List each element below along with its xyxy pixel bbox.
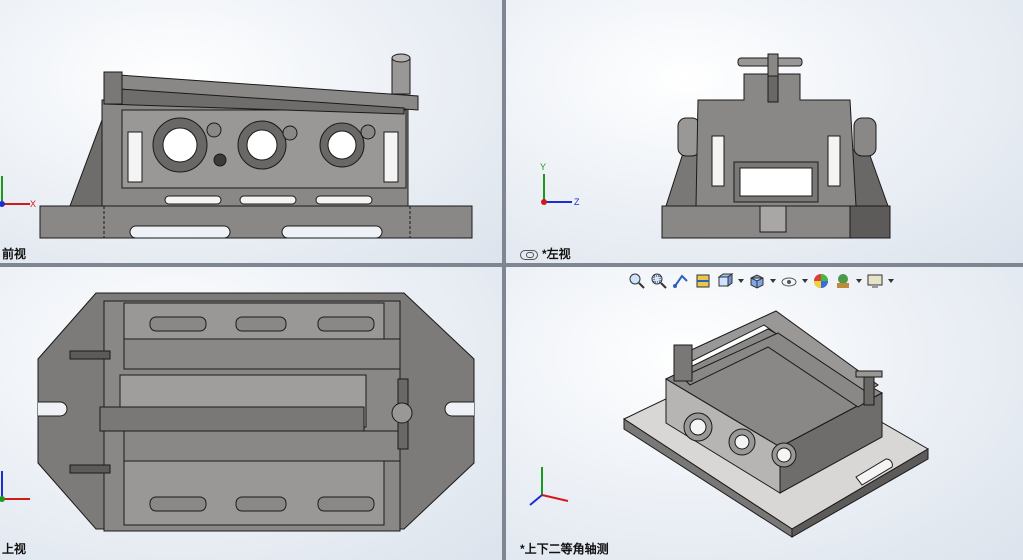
triad-iso [529, 467, 569, 506]
view-orientation-dropdown[interactable] [737, 271, 745, 291]
apply-scene-icon[interactable] [833, 271, 853, 291]
view-orientation-icon[interactable] [715, 271, 735, 291]
viewport-iso-label: *上下二等角轴测 [520, 542, 609, 556]
viewport-front-label: 前视 [2, 247, 27, 261]
heads-up-view-toolbar [627, 270, 895, 292]
previous-view-icon[interactable] [671, 271, 691, 291]
viewport-iso[interactable]: *上下二等角轴测 [506, 267, 1023, 560]
view-settings-icon[interactable] [865, 271, 885, 291]
hide-show-items-dropdown[interactable] [801, 271, 809, 291]
display-style-icon[interactable] [747, 271, 767, 291]
viewport-top[interactable]: 上视 [0, 267, 502, 560]
axis-z-label: Z [574, 197, 580, 207]
viewport-left[interactable]: Y Z *左视 [506, 0, 1023, 263]
apply-scene-dropdown[interactable] [855, 271, 863, 291]
edit-appearance-icon[interactable] [811, 271, 831, 291]
top-view-model[interactable] [0, 267, 502, 560]
zoom-to-fit-icon[interactable] [627, 271, 647, 291]
zoom-to-area-icon[interactable] [649, 271, 669, 291]
hide-show-items-icon[interactable] [779, 271, 799, 291]
left-view-model[interactable] [506, 0, 1023, 263]
section-view-icon[interactable] [693, 271, 713, 291]
axis-x-label: X [30, 199, 37, 209]
display-style-dropdown[interactable] [769, 271, 777, 291]
link-views-icon [520, 249, 538, 260]
viewport-left-label: *左视 [520, 245, 571, 262]
front-view-model[interactable] [0, 0, 502, 263]
viewport-top-label: 上视 [2, 542, 27, 556]
triad-top [0, 471, 30, 502]
viewport-front[interactable]: X 前视 [0, 0, 502, 263]
iso-view-model[interactable] [506, 267, 1023, 560]
view-settings-dropdown[interactable] [887, 271, 895, 291]
axis-y-label: Y [540, 162, 547, 172]
triad-left [541, 174, 572, 205]
